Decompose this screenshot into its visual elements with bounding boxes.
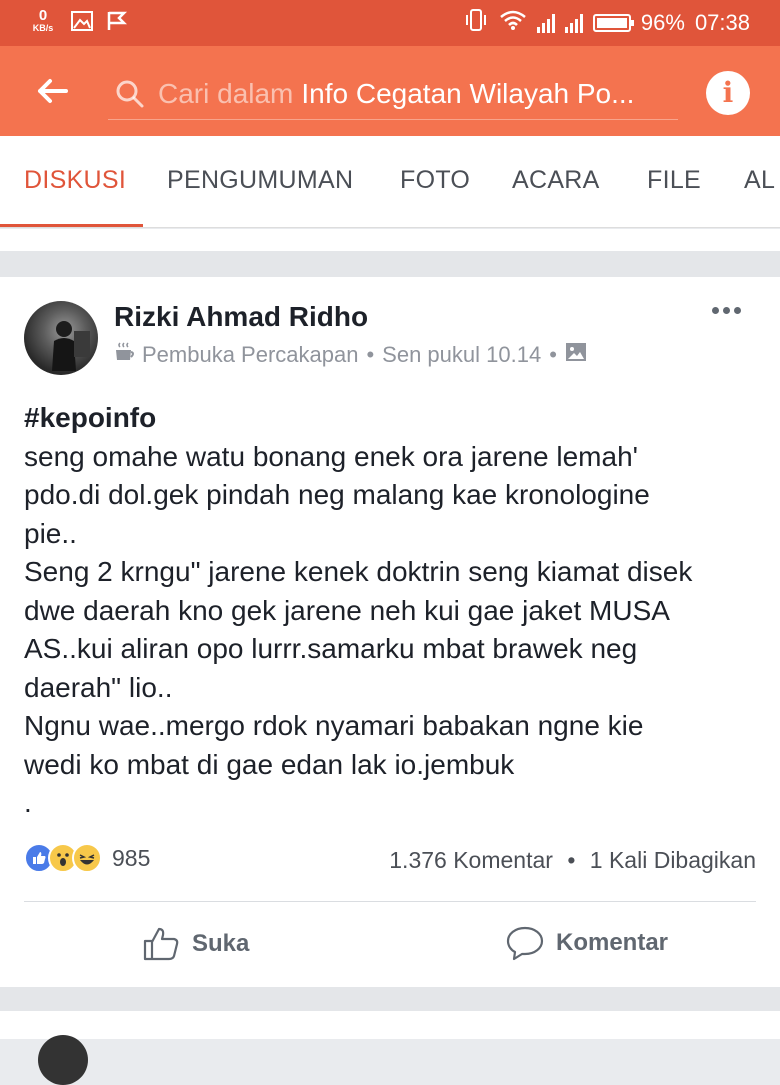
signal-icon <box>536 13 555 33</box>
active-tab-indicator <box>0 224 143 227</box>
reaction-count: 985 <box>112 844 151 871</box>
back-arrow-icon[interactable] <box>34 73 70 109</box>
battery-icon <box>592 14 634 32</box>
status-left-icons: 0 KB/s <box>28 8 128 38</box>
post-hashtag[interactable]: #kepoinfo <box>24 399 764 438</box>
next-post-avatar[interactable] <box>38 1035 88 1085</box>
post-line: . <box>24 787 32 818</box>
tab-diskusi[interactable]: DISKUSI <box>24 166 126 195</box>
comment-button[interactable]: Komentar <box>506 925 668 961</box>
group-tabs: DISKUSI PENGUMUMAN FOTO ACARA FILE AL <box>0 136 780 228</box>
network-speed-value: 0 <box>38 7 48 24</box>
reaction-summary[interactable]: 985 <box>24 843 150 873</box>
search-placeholder: Cari dalam <box>158 77 294 109</box>
image-icon <box>70 10 94 37</box>
share-count[interactable]: 1 Kali Dibagikan <box>590 847 756 873</box>
app-toolbar: Cari dalam Info Cegatan Wilayah Po... i <box>0 46 780 136</box>
meta-separator-2: • <box>549 342 557 367</box>
conversation-starter-badge: Pembuka Percakapan <box>142 342 359 367</box>
more-icon[interactable] <box>712 307 741 314</box>
network-speed-unit: KB/s <box>32 23 54 33</box>
post-line: seng omahe watu bonang enek ora jarene l… <box>24 440 638 472</box>
like-button[interactable]: Suka <box>142 925 249 963</box>
tab-pengumuman[interactable]: PENGUMUMAN <box>167 166 353 195</box>
coffee-icon <box>114 341 136 369</box>
haha-reaction-icon <box>72 843 102 873</box>
post-line: wedi ko mbat di gae edan lak io.jembuk <box>24 748 515 780</box>
search-group-name: Info Cegatan Wilayah Po... <box>301 77 635 109</box>
thumbs-up-icon <box>143 927 179 961</box>
vibrate-icon <box>463 8 489 38</box>
network-speed: 0 KB/s <box>28 8 58 38</box>
post-time[interactable]: Sen pukul 10.14 <box>382 342 541 368</box>
post-line: Seng 2 krngu" jarene kenek doktrin seng … <box>24 556 693 587</box>
post-line: Ngnu wae..mergo rdok nyamari babakan ngn… <box>24 710 644 741</box>
counts-separator: • <box>567 847 576 873</box>
signal-icon-2 <box>564 13 583 33</box>
tab-acara[interactable]: ACARA <box>512 166 600 195</box>
actions-divider <box>24 901 756 902</box>
meta-separator: • <box>366 342 375 367</box>
post-line: AS..kui aliran opo lurrr.samarku mbat br… <box>24 633 638 664</box>
status-bar: 0 KB/s 96% 07:38 <box>0 0 780 46</box>
flag-icon <box>106 10 128 37</box>
feed-separator-bottom <box>0 987 780 1011</box>
post-card: Rizki Ahmad Ridho Pembuka Percakapan • S… <box>0 277 780 987</box>
feed-separator <box>0 251 780 277</box>
next-post-card <box>0 1011 780 1085</box>
comment-icon <box>506 926 544 961</box>
battery-percent: 96% <box>640 10 685 35</box>
info-icon[interactable]: i <box>706 71 750 115</box>
post-line: pie.. <box>24 517 77 549</box>
comment-count[interactable]: 1.376 Komentar <box>389 847 553 873</box>
photo-icon <box>565 341 587 369</box>
tab-file[interactable]: FILE <box>647 166 701 195</box>
post-meta: Pembuka Percakapan • Sen pukul 10.14 • <box>114 341 587 369</box>
post-author[interactable]: Rizki Ahmad Ridho <box>114 301 368 333</box>
like-label: Suka <box>192 930 250 957</box>
tab-foto[interactable]: FOTO <box>400 166 470 195</box>
clock: 07:38 <box>694 10 750 35</box>
comment-label: Komentar <box>556 929 669 956</box>
search-icon <box>116 80 144 107</box>
post-text: #kepoinfo seng omahe watu bonang enek or… <box>24 399 764 823</box>
post-line: pdo.di dol.gek pindah neg malang kae kro… <box>24 479 650 510</box>
wifi-icon <box>499 9 527 37</box>
tab-all[interactable]: AL <box>744 166 775 195</box>
post-line: daerah" lio.. <box>24 671 173 703</box>
avatar[interactable] <box>24 301 98 375</box>
engagement-counts: 1.376 Komentar • 1 Kali Dibagikan <box>389 847 756 874</box>
post-line: dwe daerah kno gek jarene neh kui gae ja… <box>24 594 670 626</box>
group-search-input[interactable]: Cari dalam Info Cegatan Wilayah Po... <box>108 68 678 120</box>
feed-top-strip <box>0 229 780 251</box>
status-right-icons: 96% 07:38 <box>463 8 750 38</box>
